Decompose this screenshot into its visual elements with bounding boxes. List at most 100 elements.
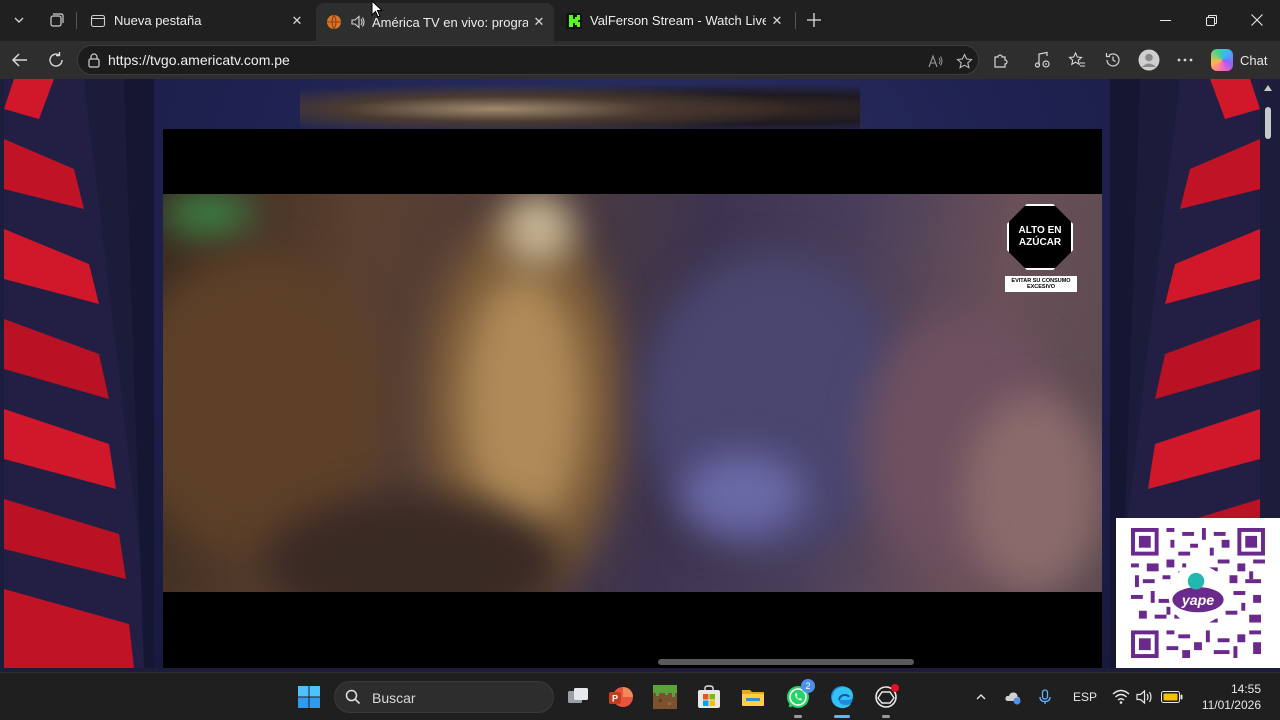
browser-toolbar: https://tvgo.americatv.com.pe Chat (0, 41, 1280, 79)
page-viewport: ALTO EN AZÚCAR EVITAR SU CONSUMO EXCESIV… (0, 79, 1280, 672)
horizontal-scroll-indicator[interactable] (658, 659, 914, 665)
taskbar-powerpoint[interactable]: P (605, 681, 637, 713)
svg-text:P: P (612, 694, 618, 704)
taskbar-file-explorer[interactable] (737, 681, 769, 713)
start-button[interactable] (293, 681, 325, 713)
speaker-icon[interactable] (350, 14, 366, 30)
workspaces-icon (50, 13, 64, 27)
search-icon (345, 689, 361, 705)
scroll-thumb[interactable] (1265, 107, 1271, 139)
chevron-up-icon (976, 694, 986, 700)
windows-logo-icon (298, 686, 320, 708)
minimize-button[interactable] (1142, 0, 1188, 40)
openai-knot-icon (875, 684, 899, 708)
music-note-icon (1034, 51, 1050, 68)
tab-america-tv[interactable]: América TV en vivo: programa ✕ (316, 3, 554, 41)
task-view-button[interactable] (562, 681, 594, 713)
taskbar-chatgpt[interactable] (870, 681, 902, 713)
back-button[interactable] (5, 45, 35, 75)
cloud-sync-icon (1005, 692, 1021, 705)
taskbar-edge[interactable] (826, 681, 858, 713)
tab-strip: Nueva pestaña ✕ América TV en vivo: prog… (0, 0, 1280, 41)
yape-brand: yape (1181, 593, 1214, 609)
favorites-star-list-icon (1068, 51, 1085, 67)
warning-line-1: ALTO EN (1018, 225, 1062, 236)
volume-icon (1136, 689, 1152, 705)
tab-title: América TV en vivo: programa (372, 14, 528, 30)
video-player[interactable]: ALTO EN AZÚCAR EVITAR SU CONSUMO EXCESIV… (163, 129, 1102, 668)
microphone-icon (1039, 689, 1051, 704)
onedrive-tray-button[interactable] (998, 681, 1028, 713)
url-text[interactable]: https://tvgo.americatv.com.pe (108, 52, 290, 68)
favorite-star-icon[interactable] (953, 50, 975, 72)
settings-more-button[interactable] (1170, 45, 1200, 75)
media-control-button[interactable] (1027, 45, 1057, 75)
qr-code-image: yape (1131, 528, 1265, 658)
edge-icon (831, 686, 853, 709)
whatsapp-running-indicator (794, 715, 802, 718)
vertical-scrollbar[interactable] (1260, 79, 1276, 668)
chevron-down-icon (14, 17, 24, 23)
profile-button[interactable] (1134, 45, 1164, 75)
left-red-stripes-decoration (4, 79, 154, 668)
kick-logo-icon (566, 12, 582, 29)
tab-valferson-stream[interactable]: ValFerson Stream - Watch Live on K ✕ (556, 4, 792, 37)
warning-note: EVITAR SU CONSUMO EXCESIVO (1005, 276, 1077, 292)
video-frame[interactable]: ALTO EN AZÚCAR EVITAR SU CONSUMO EXCESIV… (163, 194, 1102, 592)
edge-active-indicator (834, 715, 850, 718)
tab-title: ValFerson Stream - Watch Live on K (590, 13, 766, 28)
taskbar-minecraft[interactable] (649, 681, 681, 713)
copilot-chat-button[interactable]: Chat (1207, 45, 1273, 75)
address-bar[interactable]: https://tvgo.americatv.com.pe (77, 45, 979, 75)
volume-tray-button[interactable] (1132, 681, 1158, 713)
clock[interactable]: 14:55 11/01/2026 (1190, 679, 1274, 715)
close-tab-icon[interactable]: ✕ (528, 11, 550, 33)
restore-button[interactable] (1188, 0, 1234, 40)
favorites-button[interactable] (1062, 45, 1092, 75)
refresh-button[interactable] (41, 45, 71, 75)
taskbar-search[interactable]: Buscar (334, 681, 554, 713)
scroll-up-arrow-icon[interactable] (1264, 85, 1272, 91)
read-aloud-icon[interactable] (925, 50, 947, 72)
workspaces-button[interactable] (41, 6, 71, 34)
yape-qr-code[interactable]: yape (1116, 518, 1280, 668)
taskbar-microsoft-store[interactable] (693, 681, 725, 713)
more-dots-icon (1177, 58, 1193, 62)
folder-icon (742, 690, 764, 706)
wifi-tray-button[interactable] (1108, 681, 1134, 713)
microphone-tray-button[interactable] (1030, 681, 1060, 713)
tab-list-button[interactable] (4, 6, 34, 34)
history-button[interactable] (1098, 45, 1128, 75)
extensions-button[interactable] (986, 45, 1016, 75)
new-tab-button[interactable] (800, 6, 828, 34)
restore-icon (1205, 14, 1217, 26)
avatar-icon (1138, 49, 1160, 71)
copilot-icon (1211, 49, 1233, 71)
minecraft-grass-block-icon (653, 685, 677, 709)
alto-en-azucar-warning: ALTO EN AZÚCAR EVITAR SU CONSUMO EXCESIV… (1005, 204, 1077, 292)
puzzle-icon (994, 54, 1008, 68)
close-icon (1251, 14, 1263, 26)
back-arrow-icon (11, 53, 27, 67)
taskbar-whatsapp[interactable]: 2 (782, 679, 815, 713)
task-view-icon (568, 688, 588, 703)
close-tab-icon[interactable]: ✕ (286, 10, 308, 32)
whatsapp-notification-badge: 2 (801, 679, 815, 693)
battery-tray-button[interactable] (1158, 681, 1186, 713)
warning-line-2: AZÚCAR (1018, 237, 1062, 248)
show-hidden-icons-button[interactable] (966, 681, 996, 713)
tab-nueva-pestana[interactable]: Nueva pestaña ✕ (80, 4, 312, 37)
windows-taskbar: Buscar P 2 ESP 14:55 11/01/2026 (0, 672, 1280, 720)
close-tab-icon[interactable]: ✕ (766, 10, 788, 32)
powerpoint-icon: P (609, 687, 633, 707)
new-tab-page-icon (90, 13, 106, 29)
chat-label: Chat (1240, 52, 1268, 68)
close-window-button[interactable] (1234, 0, 1280, 40)
lock-icon[interactable] (86, 52, 102, 68)
clock-date: 11/01/2026 (1201, 698, 1261, 712)
keyboard-language[interactable]: ESP (1073, 690, 1097, 704)
clock-time: 14:55 (1230, 682, 1261, 696)
chatgpt-running-indicator (882, 715, 890, 718)
minimize-icon (1159, 19, 1171, 21)
plus-icon (807, 13, 821, 27)
